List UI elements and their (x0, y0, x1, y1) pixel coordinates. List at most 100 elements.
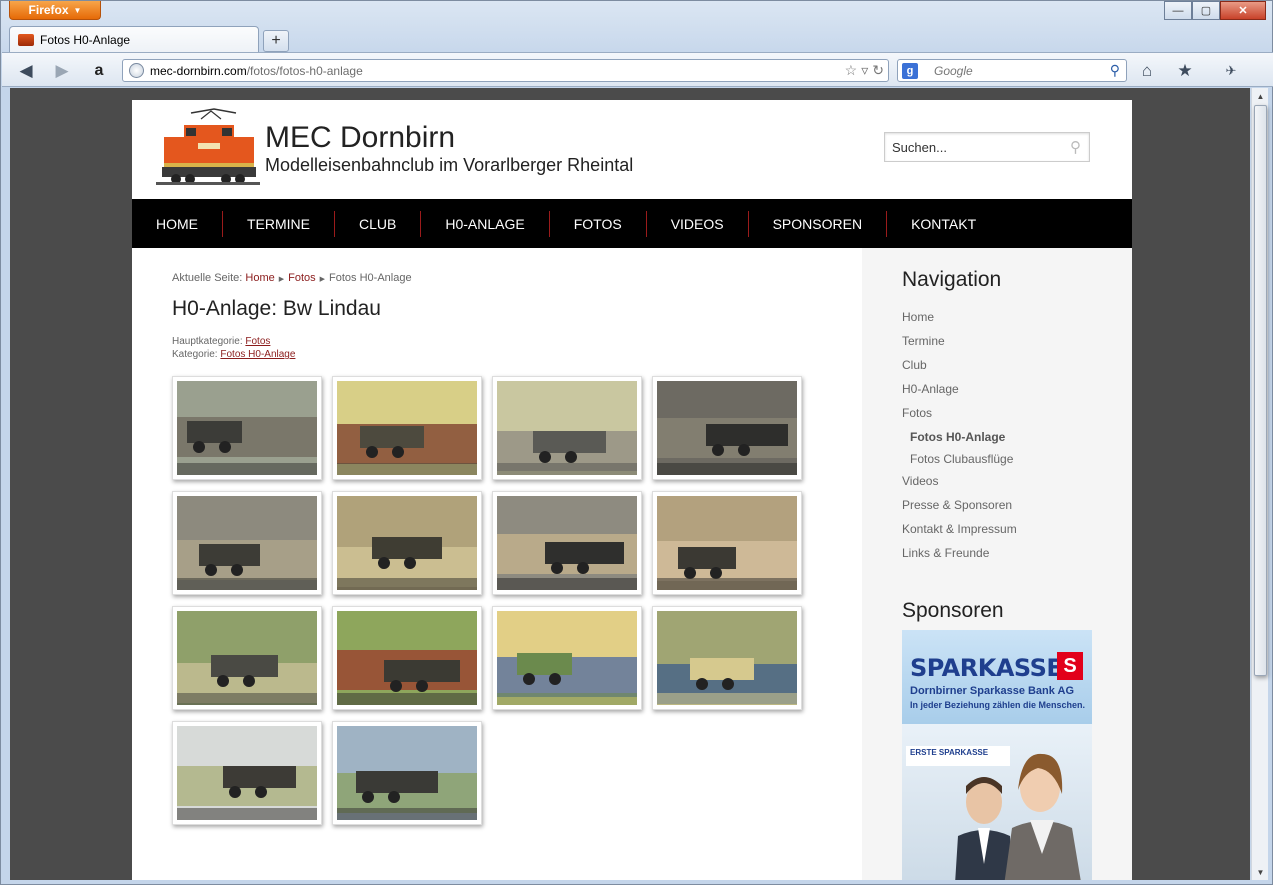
search-icon[interactable]: ⚲ (1070, 138, 1081, 156)
site-header: MEC Dornbirn Modelleisenbahnclub im Vora… (132, 100, 1132, 199)
url-host: mec-dornbirn.com (150, 63, 247, 78)
gallery-thumbnail-turntable-locomotive[interactable] (652, 491, 802, 595)
sidebar-nav-item[interactable]: Links & Freunde (902, 546, 1017, 570)
sidebar-nav-item[interactable]: Kontakt & Impressum (902, 522, 1017, 546)
navigation-toolbar: ◀ ▶ a mec-dornbirn.com/fotos/fotos-h0-an… (2, 52, 1273, 87)
triangle-right-icon: ▶ (278, 276, 285, 283)
parent-category-link[interactable]: Fotos (245, 336, 270, 347)
new-tab-button[interactable]: + (263, 30, 289, 52)
photo-locomotive-figures (497, 496, 637, 590)
breadcrumb: Aktuelle Seite: Home ▶ Fotos ▶ Fotos H0-Anla… (172, 272, 412, 284)
browser-window: Firefox ▼ — ▢ ✕ Fotos H0-Anlage + ◀ ▶ a m… (0, 0, 1273, 885)
sponsor-banner[interactable]: SPARKASSE S Dornbirner Sparkasse Bank AG… (902, 630, 1092, 880)
sidebar-nav-item[interactable]: Videos (902, 474, 1017, 498)
gallery-thumbnail-yellow-shed-red-engine[interactable] (332, 376, 482, 480)
close-button[interactable]: ✕ (1220, 1, 1266, 20)
addon-icon[interactable]: ✈ (1220, 61, 1242, 81)
sidebar-nav-item[interactable]: Fotos H0-Anlage (902, 430, 1017, 452)
forward-icon[interactable]: ▶ (51, 61, 73, 81)
sidebar-nav-item[interactable]: Fotos (902, 406, 1017, 430)
menu-item-videos[interactable]: VIDEOS (647, 199, 748, 248)
menu-item-club[interactable]: CLUB (335, 199, 420, 248)
bookmarks-icon[interactable]: ★ (1174, 61, 1196, 81)
menu-item-kontakt[interactable]: KONTAKT (887, 199, 1000, 248)
locomotive-logo[interactable] (156, 107, 260, 185)
page-title: H0-Anlage: Bw Lindau (172, 297, 381, 320)
gallery-thumbnail-parking-lot-cars[interactable] (652, 606, 802, 710)
photo-locomotives-behind-wall (177, 726, 317, 820)
tab-title: Fotos H0-Anlage (40, 32, 131, 47)
gallery-thumbnail-aerial-depot-view[interactable] (172, 606, 322, 710)
gallery-thumbnail-tank-locomotive[interactable] (332, 491, 482, 595)
menu-item-sponsoren[interactable]: SPONSOREN (749, 199, 886, 248)
globe-icon (129, 63, 144, 78)
url-bar[interactable]: mec-dornbirn.com/fotos/fotos-h0-anlage ☆… (122, 59, 889, 82)
bookmark-star-icon[interactable]: ☆ (845, 62, 858, 79)
scroll-up-icon[interactable]: ▲ (1252, 88, 1269, 104)
people-photo (955, 753, 1081, 880)
search-icon[interactable]: ⚲ (1110, 62, 1120, 79)
photo-tank-locomotive (337, 496, 477, 590)
photo-locomotive-depot (657, 381, 797, 475)
site-title[interactable]: MEC Dornbirn (265, 121, 455, 155)
sponsor-photo: ERSTE SPARKASSE (902, 724, 1092, 880)
maximize-button[interactable]: ▢ (1192, 1, 1220, 20)
breadcrumb-fotos[interactable]: Fotos (288, 272, 316, 284)
photo-parking-lot-cars (657, 611, 797, 705)
scroll-down-icon[interactable]: ▼ (1252, 864, 1269, 880)
photo-roundhouse-locomotives (177, 381, 317, 475)
home-icon[interactable]: ⌂ (1136, 61, 1158, 81)
gallery-thumbnail-locomotive-figures[interactable] (492, 491, 642, 595)
window-controls: — ▢ ✕ (1164, 1, 1266, 20)
menu-item-h0-anlage[interactable]: H0-ANLAGE (421, 199, 548, 248)
photo-silos-steam-engine (497, 381, 637, 475)
page-viewport: MEC Dornbirn Modelleisenbahnclub im Vora… (10, 88, 1250, 880)
vertical-scrollbar[interactable]: ▲ ▼ (1251, 88, 1268, 880)
menu-item-fotos[interactable]: FOTOS (550, 199, 646, 248)
train-favicon-icon (18, 33, 34, 46)
sidebar-nav-item[interactable]: Home (902, 310, 1017, 334)
gallery-thumbnail-yellow-building-blue-car[interactable] (492, 606, 642, 710)
sidebar-nav-item[interactable]: H0-Anlage (902, 382, 1017, 406)
gallery-thumbnail-locomotives-behind-wall[interactable] (172, 721, 322, 825)
sidebar-nav-item[interactable]: Presse & Sponsoren (902, 498, 1017, 522)
gallery-thumbnail-coal-loading-crane[interactable] (172, 491, 322, 595)
gallery-thumbnail-silos-steam-engine[interactable] (492, 376, 642, 480)
main-menu: HOME TERMINE CLUB H0-ANLAGE FOTOS VIDEOS SPONS… (132, 199, 1132, 248)
sidebar-nav-item[interactable]: Termine (902, 334, 1017, 358)
menu-item-termine[interactable]: TERMINE (223, 199, 334, 248)
google-icon[interactable]: g (902, 62, 918, 79)
navigation-heading: Navigation (902, 268, 1002, 291)
site-search-input[interactable]: Suchen... ⚲ (884, 132, 1090, 162)
gallery-thumbnail-tender-in-grass[interactable] (332, 606, 482, 710)
sidebar-nav-item[interactable]: Club (902, 358, 1017, 382)
history-dropdown-icon[interactable]: ▿ (861, 62, 868, 79)
gallery-thumbnail-roundhouse-locomotives[interactable] (172, 376, 322, 480)
sparkasse-logo-icon: S (1057, 652, 1083, 680)
minimize-button[interactable]: — (1164, 1, 1192, 20)
browser-search-input[interactable]: g Google ⚲ (897, 59, 1127, 82)
sidebar-nav-item[interactable]: Fotos Clubausflüge (902, 452, 1017, 474)
site-subtitle: Modelleisenbahnclub im Vorarlberger Rhei… (265, 155, 634, 175)
sidebar-nav: Home Termine Club H0-Anlage Fotos Fotos H0-An… (902, 310, 1017, 570)
article-meta: Hauptkategorie: Fotos Kategorie: Fotos H… (172, 336, 296, 360)
tab-active[interactable]: Fotos H0-Anlage (9, 26, 259, 52)
category-link[interactable]: Fotos H0-Anlage (220, 349, 295, 360)
gallery-thumbnail-steam-engine-closeup[interactable] (332, 721, 482, 825)
sponsor-name: SPARKASSE (910, 654, 1063, 682)
photo-tender-in-grass (337, 611, 477, 705)
firefox-menu-button[interactable]: Firefox ▼ (9, 1, 101, 20)
sidebar: Navigation Home Termine Club H0-Anlage Fotos… (862, 248, 1132, 880)
gallery-thumbnail-locomotive-depot[interactable] (652, 376, 802, 480)
reload-icon[interactable]: ↻ (872, 62, 884, 79)
scrollbar-thumb[interactable] (1254, 105, 1267, 676)
breadcrumb-home[interactable]: Home (245, 272, 274, 284)
menu-item-home[interactable]: HOME (132, 199, 222, 248)
tab-bar: Fotos H0-Anlage + (9, 26, 289, 52)
amazon-icon[interactable]: a (88, 61, 110, 81)
photo-yellow-building-blue-car (497, 611, 637, 705)
photo-coal-loading-crane (177, 496, 317, 590)
back-icon[interactable]: ◀ (15, 61, 37, 81)
chevron-down-icon: ▼ (73, 5, 82, 15)
photo-turntable-locomotive (657, 496, 797, 590)
